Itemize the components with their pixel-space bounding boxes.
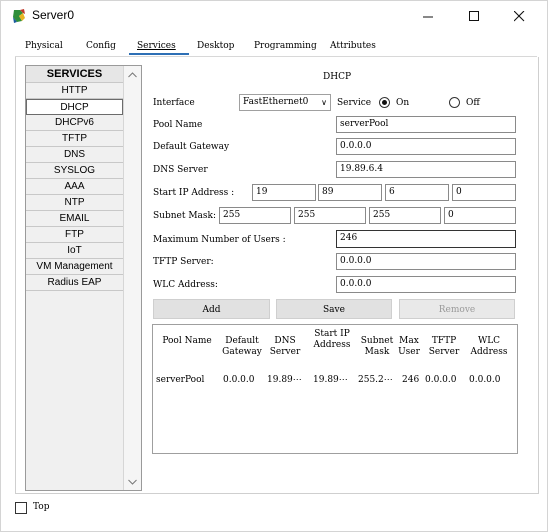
tftp-server-label: TFTP Server: [153, 257, 214, 267]
dns-server-label: DNS Server [153, 165, 208, 175]
maximize-icon [468, 10, 479, 21]
sidebar-item-http[interactable]: HTTP [26, 83, 123, 99]
sidebar-item-email[interactable]: EMAIL [26, 211, 123, 227]
dns-server-field[interactable]: 19.89.6.4 [336, 161, 516, 178]
title-bar[interactable]: Server0 [1, 1, 547, 31]
radio-selected-dot [382, 100, 387, 105]
top-checkbox-label: Top [33, 502, 50, 512]
start-ip-label: Start IP Address : [153, 188, 235, 198]
column-header-tftp-server: TFTP Server [428, 336, 460, 357]
sidebar-item-dhcpv6[interactable]: DHCPv6 [26, 115, 123, 131]
sidebar-item-syslog[interactable]: SYSLOG [26, 163, 123, 179]
sidebar-item-aaa[interactable]: AAA [26, 179, 123, 195]
column-header-start-ip: Start IP Address [313, 329, 351, 350]
table-cell-max-user[interactable]: 246 [402, 375, 422, 385]
active-tab-indicator [129, 53, 189, 55]
sidebar-item-tftp[interactable]: TFTP [26, 131, 123, 147]
minimize-icon [422, 16, 433, 17]
table-cell-default-gateway[interactable]: 0.0.0.0 [223, 375, 265, 385]
sidebar-item-radius-eap[interactable]: Radius EAP [26, 275, 123, 291]
sidebar-item-iot[interactable]: IoT [26, 243, 123, 259]
tftp-server-field[interactable]: 0.0.0.0 [336, 253, 516, 270]
subnet-mask-octet-1[interactable]: 255 [219, 207, 291, 224]
table-cell-pool-name[interactable]: serverPool [156, 375, 218, 385]
column-header-dns-server: DNS Server [269, 336, 301, 357]
service-on-label: On [396, 98, 410, 108]
max-users-label: Maximum Number of Users : [153, 235, 286, 245]
table-cell-tftp-server[interactable]: 0.0.0.0 [425, 375, 465, 385]
default-gateway-field[interactable]: 0.0.0.0 [336, 138, 516, 155]
chevron-up-icon [128, 71, 137, 77]
packet-tracer-icon [13, 9, 25, 23]
pool-name-field[interactable]: serverPool [336, 116, 516, 133]
tab-programming[interactable]: Programming [254, 41, 317, 51]
max-users-field[interactable]: 246 [336, 230, 516, 248]
dhcp-title: DHCP [323, 72, 352, 82]
subnet-mask-label: Subnet Mask: [153, 211, 217, 221]
tab-desktop[interactable]: Desktop [197, 41, 234, 51]
default-gateway-label: Default Gateway [153, 142, 230, 152]
table-cell-wlc-address[interactable]: 0.0.0.0 [469, 375, 513, 385]
service-off-label: Off [466, 98, 480, 108]
server-window: Server0 Physical Config Services Desktop… [0, 0, 548, 532]
start-ip-octet-2[interactable]: 89 [318, 184, 382, 201]
sidebar-scrollbar[interactable] [123, 66, 141, 490]
tab-physical[interactable]: Physical [25, 41, 63, 51]
start-ip-octet-3[interactable]: 6 [385, 184, 449, 201]
wlc-address-field[interactable]: 0.0.0.0 [336, 276, 516, 293]
column-header-wlc-address: WLC Address [470, 336, 508, 357]
interface-select[interactable]: FastEthernet0 ∨ [239, 94, 331, 111]
services-header: SERVICES [26, 66, 123, 83]
save-button[interactable]: Save [276, 299, 392, 319]
close-icon [513, 10, 524, 21]
column-header-subnet-mask: Subnet Mask [360, 336, 394, 357]
sidebar-item-ftp[interactable]: FTP [26, 227, 123, 243]
chevron-down-icon [128, 479, 137, 485]
dhcp-pool-table[interactable]: Pool Name Default Gateway DNS Server Sta… [152, 324, 518, 454]
interface-value: FastEthernet0 [243, 97, 309, 107]
wlc-address-label: WLC Address: [153, 280, 218, 290]
scroll-down-button[interactable] [124, 473, 141, 490]
pool-name-label: Pool Name [153, 120, 203, 130]
table-cell-dns-server[interactable]: 19.89⋯ [267, 375, 307, 385]
services-list: SERVICES HTTP DHCP DHCPv6 TFTP DNS SYSLO… [26, 66, 123, 291]
subnet-mask-octet-4[interactable]: 0 [444, 207, 516, 224]
tab-services[interactable]: Services [137, 41, 176, 51]
close-button[interactable] [496, 1, 542, 31]
table-cell-start-ip[interactable]: 19.89⋯ [313, 375, 355, 385]
scroll-up-button[interactable] [124, 66, 141, 83]
column-header-default-gateway: Default Gateway [222, 336, 262, 357]
services-sidebar: SERVICES HTTP DHCP DHCPv6 TFTP DNS SYSLO… [25, 65, 142, 491]
tab-config[interactable]: Config [86, 41, 116, 51]
service-off-radio[interactable] [449, 97, 460, 108]
maximize-button[interactable] [451, 1, 497, 31]
tab-attributes[interactable]: Attributes [330, 41, 376, 51]
column-header-max-user: Max User [398, 336, 420, 357]
service-label: Service [337, 98, 372, 108]
top-checkbox[interactable] [15, 502, 27, 514]
sidebar-item-vm-management[interactable]: VM Management [26, 259, 123, 275]
start-ip-octet-4[interactable]: 0 [452, 184, 516, 201]
interface-label: Interface [153, 98, 195, 108]
sidebar-item-dns[interactable]: DNS [26, 147, 123, 163]
sidebar-item-dhcp[interactable]: DHCP [26, 99, 123, 115]
service-on-radio[interactable] [379, 97, 390, 108]
subnet-mask-octet-3[interactable]: 255 [369, 207, 441, 224]
start-ip-octet-1[interactable]: 19 [252, 184, 316, 201]
column-header-pool-name: Pool Name [162, 336, 212, 346]
remove-button[interactable]: Remove [399, 299, 515, 319]
chevron-down-icon: ∨ [321, 98, 327, 107]
table-cell-subnet-mask[interactable]: 255.2⋯ [358, 375, 398, 385]
subnet-mask-octet-2[interactable]: 255 [294, 207, 366, 224]
minimize-button[interactable] [405, 1, 451, 31]
window-title: Server0 [32, 8, 75, 22]
add-button[interactable]: Add [153, 299, 270, 319]
sidebar-item-ntp[interactable]: NTP [26, 195, 123, 211]
